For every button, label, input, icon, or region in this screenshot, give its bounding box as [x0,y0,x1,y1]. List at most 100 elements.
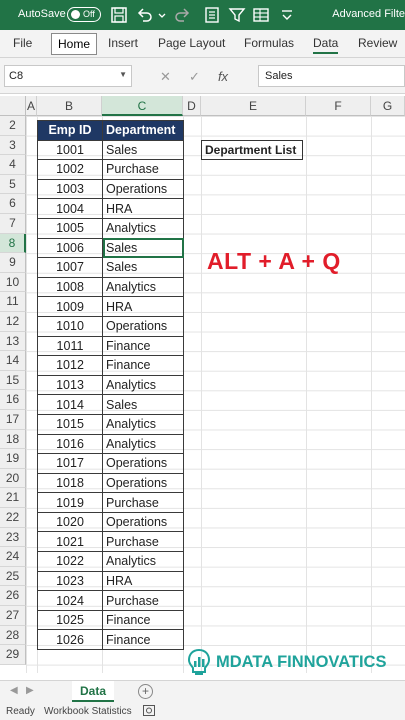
department-cell[interactable]: Operations [102,472,184,494]
emp-id-cell[interactable]: 1017 [37,453,103,474]
emp-id-cell[interactable]: 1003 [37,178,103,200]
row-header[interactable]: 11 [0,292,26,312]
row-header[interactable]: 16 [0,390,26,410]
redo-icon[interactable] [173,6,191,24]
row-header[interactable]: 13 [0,331,26,352]
column-header-b[interactable]: B [37,96,102,116]
emp-id-cell[interactable]: 1024 [37,590,103,611]
department-cell[interactable]: Operations [102,315,184,337]
row-header[interactable]: 29 [0,645,26,665]
row-header[interactable]: 18 [0,429,26,450]
department-cell[interactable]: Operations [102,453,184,474]
emp-id-cell[interactable]: 1013 [37,374,103,396]
sheet-tab-data[interactable]: Data [72,681,114,702]
more-icon[interactable] [278,6,296,24]
row-header[interactable]: 26 [0,586,26,606]
department-cell[interactable]: Analytics [102,413,184,435]
department-cell[interactable]: HRA [102,198,184,219]
form-icon[interactable] [203,6,221,24]
emp-id-cell[interactable]: 1002 [37,159,103,180]
column-header-e[interactable]: E [201,96,306,116]
row-header[interactable]: 23 [0,527,26,548]
emp-id-cell[interactable]: 1025 [37,609,103,631]
department-cell[interactable]: Analytics [102,276,184,298]
department-cell[interactable]: Purchase [102,492,184,513]
department-cell[interactable]: Sales [102,139,184,161]
row-header[interactable]: 25 [0,566,26,587]
department-cell[interactable]: Operations [102,178,184,200]
department-cell[interactable]: Sales [102,394,184,415]
column-header-f[interactable]: F [306,96,371,116]
row-header[interactable]: 4 [0,155,26,175]
emp-id-cell[interactable]: 1018 [37,472,103,494]
emp-id-cell[interactable]: 1014 [37,394,103,415]
department-cell[interactable]: Purchase [102,159,184,180]
row-header[interactable]: 14 [0,351,26,371]
row-header[interactable]: 28 [0,625,26,646]
emp-id-cell[interactable]: 1015 [37,413,103,435]
row-header[interactable]: 20 [0,468,26,489]
emp-id-cell[interactable]: 1006 [37,237,103,259]
save-icon[interactable] [110,6,128,24]
department-cell[interactable]: Finance [102,609,184,631]
tab-insert[interactable]: Insert [108,36,138,50]
row-header[interactable]: 12 [0,312,26,332]
row-header[interactable]: 5 [0,174,26,195]
department-cell[interactable]: Operations [102,511,184,533]
tab-page-layout[interactable]: Page Layout [158,36,225,50]
tab-data[interactable]: Data [313,36,339,54]
emp-id-cell[interactable]: 1022 [37,551,103,572]
header-department[interactable]: Department [102,120,184,141]
emp-id-cell[interactable]: 1008 [37,276,103,298]
department-cell[interactable]: Finance [102,355,184,376]
emp-id-cell[interactable]: 1007 [37,257,103,278]
row-header[interactable]: 6 [0,194,26,214]
department-cell[interactable]: Sales [102,257,184,278]
department-cell[interactable]: Purchase [102,531,184,553]
emp-id-cell[interactable]: 1021 [37,531,103,553]
row-header[interactable]: 21 [0,488,26,508]
row-header[interactable]: 2 [0,116,26,136]
emp-id-cell[interactable]: 1009 [37,296,103,317]
accessibility-icon[interactable] [143,705,155,716]
emp-id-cell[interactable]: 1011 [37,335,103,357]
department-cell[interactable]: HRA [102,570,184,592]
emp-id-cell[interactable]: 1004 [37,198,103,219]
row-header[interactable]: 15 [0,370,26,391]
department-cell[interactable]: Finance [102,629,184,651]
column-header-g[interactable]: G [371,96,405,116]
emp-id-cell[interactable]: 1012 [37,355,103,376]
row-header[interactable]: 7 [0,214,26,234]
department-cell[interactable]: Analytics [102,551,184,572]
row-header[interactable]: 10 [0,272,26,293]
select-all-corner[interactable] [0,96,26,116]
cancel-icon[interactable]: ✕ [160,69,171,84]
row-header[interactable]: 24 [0,547,26,567]
column-header-a[interactable]: A [26,96,37,116]
add-sheet-icon[interactable]: + [138,684,153,699]
row-header[interactable]: 3 [0,135,26,156]
row-header[interactable]: 22 [0,508,26,528]
emp-id-cell[interactable]: 1010 [37,315,103,337]
row-header[interactable]: 27 [0,606,26,626]
tab-formulas[interactable]: Formulas [244,36,294,50]
department-cell[interactable]: HRA [102,296,184,317]
emp-id-cell[interactable]: 1019 [37,492,103,513]
department-cell[interactable]: Analytics [102,433,184,455]
sheet-nav-icon[interactable]: ◀ ▶ [10,685,34,696]
emp-id-cell[interactable]: 1001 [37,139,103,161]
department-cell[interactable]: Analytics [102,217,184,239]
tab-review[interactable]: Review [358,36,397,50]
department-cell[interactable]: Sales [102,237,184,259]
enter-icon[interactable]: ✓ [189,69,200,84]
name-box[interactable]: C8 ▼ [4,65,132,87]
tab-home[interactable]: Home [51,33,98,55]
column-header-d[interactable]: D [183,96,201,116]
function-icon[interactable]: fx [218,69,228,84]
row-header[interactable]: 19 [0,449,26,469]
row-header[interactable]: 17 [0,410,26,430]
tab-file[interactable]: File [13,36,32,50]
filter-icon[interactable] [228,6,246,24]
emp-id-cell[interactable]: 1020 [37,511,103,533]
department-cell[interactable]: Finance [102,335,184,357]
